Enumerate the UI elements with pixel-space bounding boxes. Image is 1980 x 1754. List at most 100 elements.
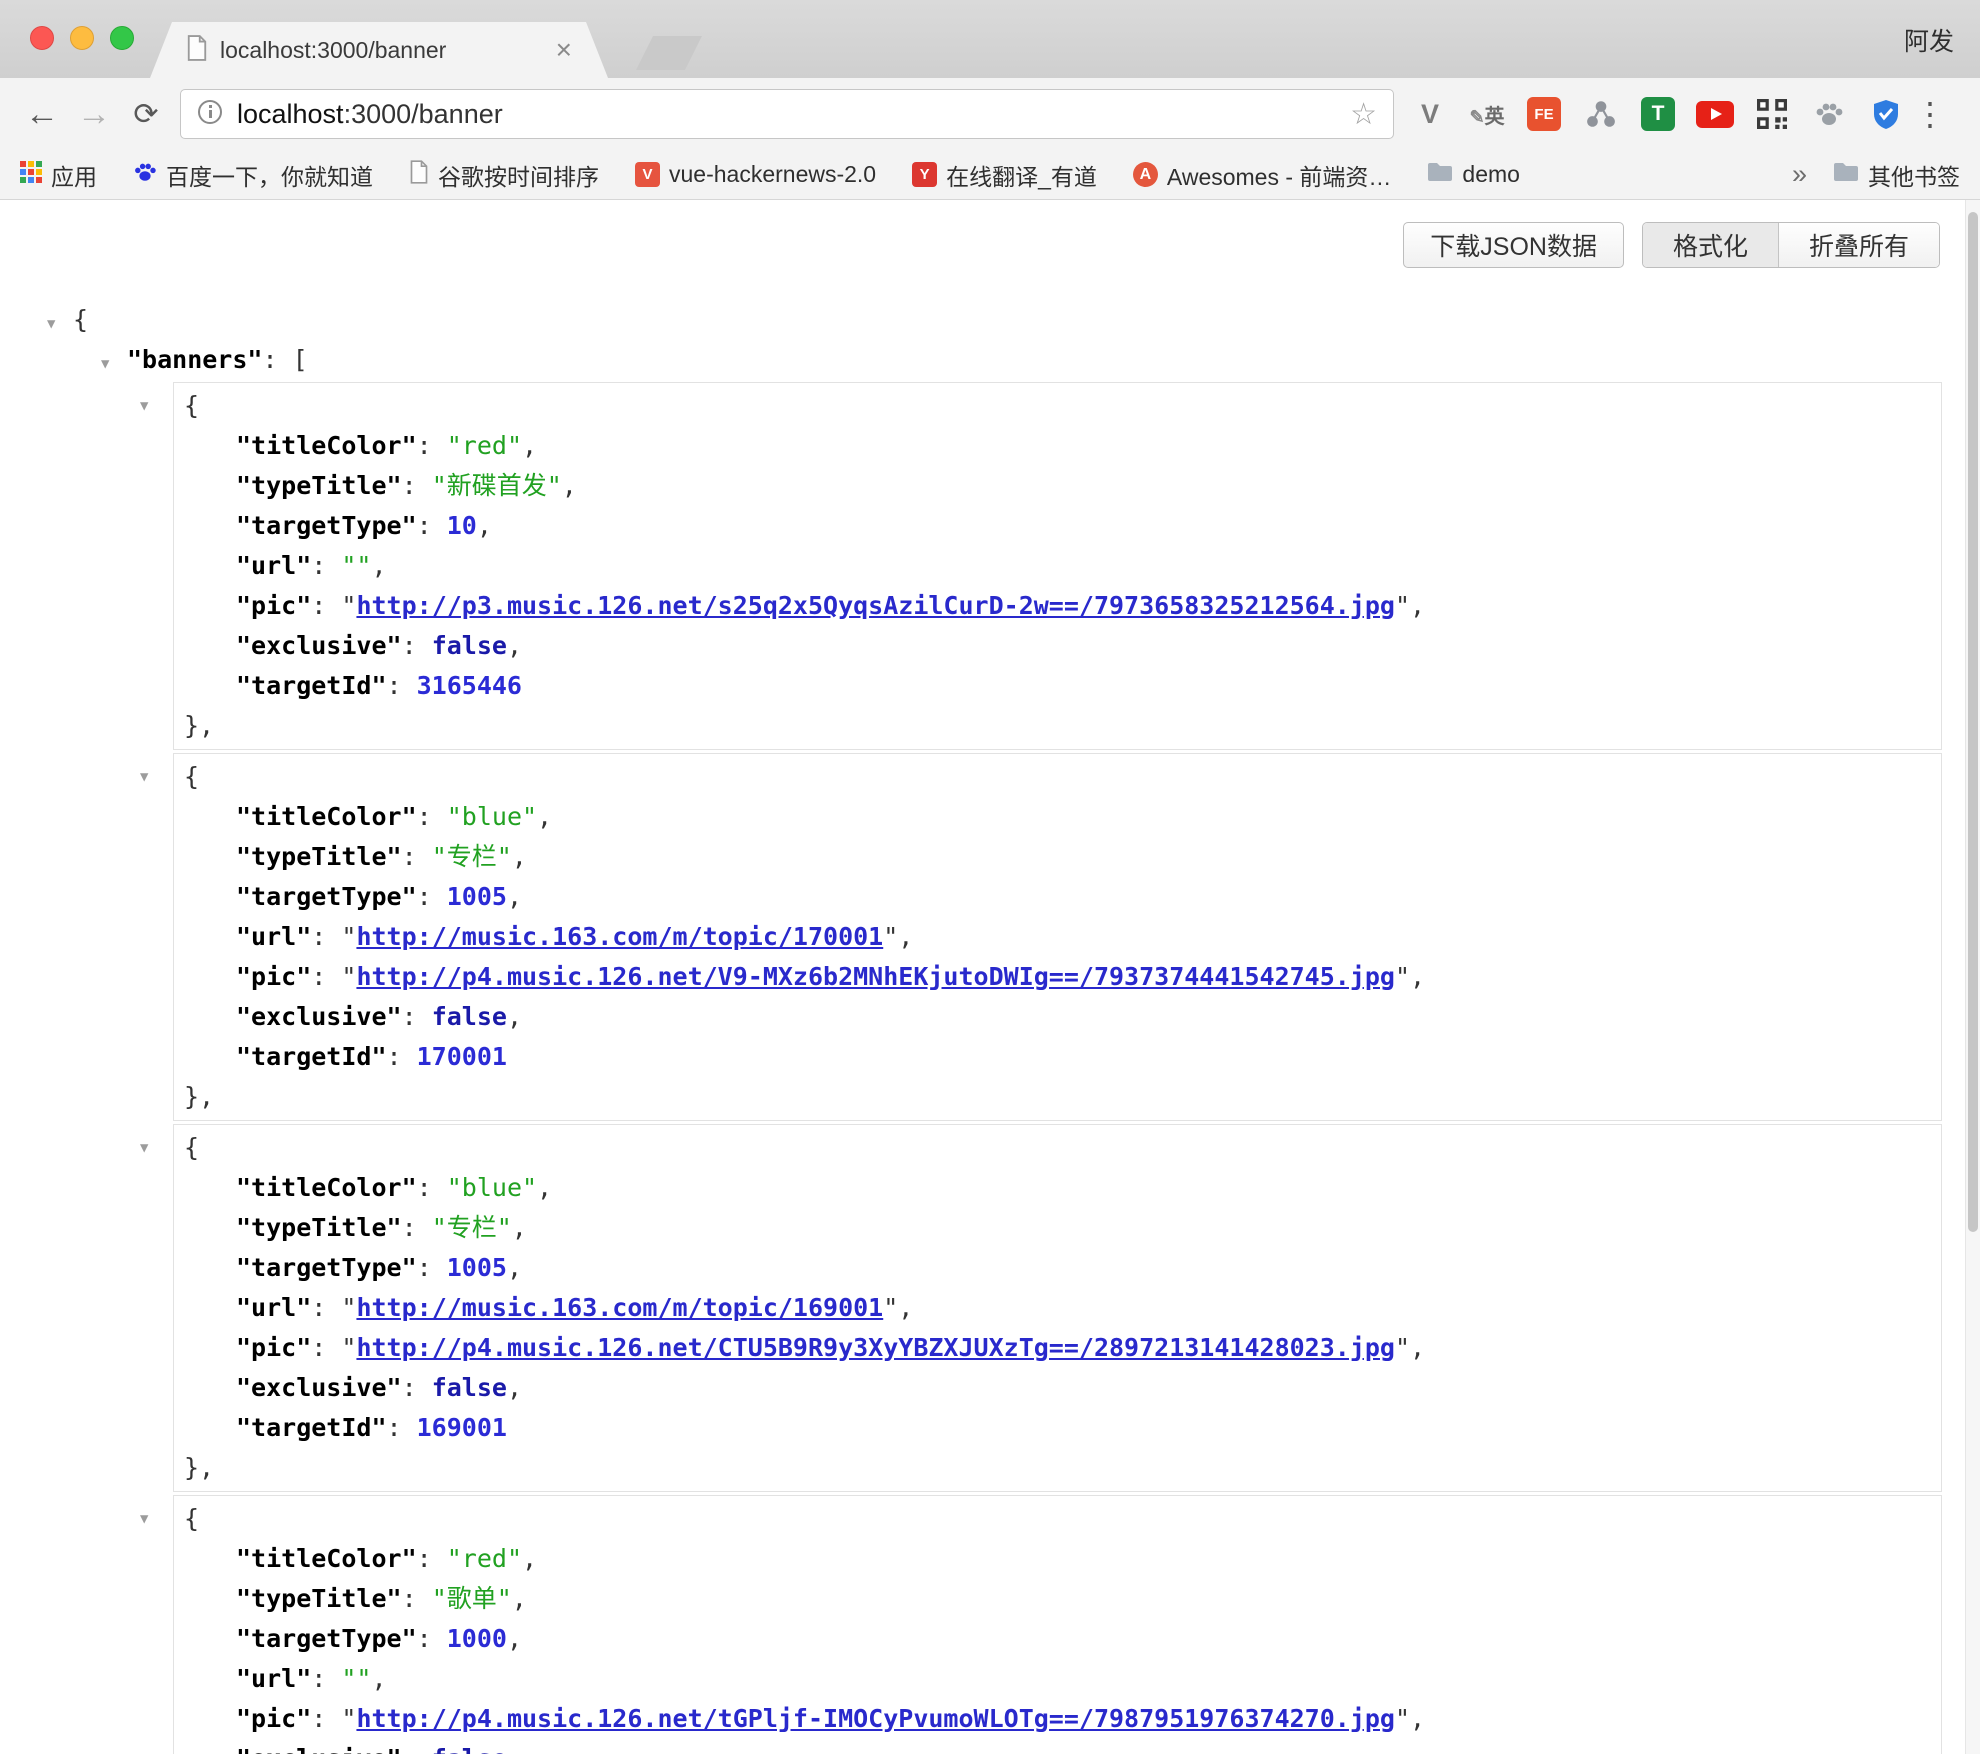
json-token: , <box>522 431 537 460</box>
translate-glyph: 英 <box>1485 106 1505 128</box>
json-key: "url" <box>236 1664 311 1693</box>
json-number: 1005 <box>447 882 507 911</box>
json-token: " <box>341 922 356 951</box>
bookmark-apps[interactable]: 应用 <box>20 158 97 192</box>
paw-extension-icon[interactable] <box>1805 91 1853 137</box>
bookmark-baidu[interactable]: 百度一下，你就知道 <box>133 158 373 192</box>
json-string: "blue" <box>447 802 537 831</box>
json-line: }, <box>174 706 1941 746</box>
scrollbar[interactable] <box>1965 200 1980 1754</box>
translate-extension-icon[interactable]: ✎英 <box>1463 91 1511 137</box>
json-line: "targetType": 1005, <box>174 877 1941 917</box>
json-string: "" <box>341 551 371 580</box>
vimium-extension-icon[interactable]: V <box>1406 91 1454 137</box>
json-key: "url" <box>236 1293 311 1322</box>
json-string: "新碟首发" <box>432 471 562 500</box>
json-token: : <box>402 1744 432 1754</box>
json-url-link[interactable]: http://music.163.com/m/topic/170001 <box>356 922 883 951</box>
bookmark-label: 谷歌按时间排序 <box>438 158 599 192</box>
json-token: : <box>402 631 432 660</box>
json-token: : <box>417 431 447 460</box>
json-token: , <box>512 1584 527 1613</box>
json-line: "targetId": 169001 <box>174 1408 1941 1448</box>
json-token: : <box>311 591 341 620</box>
json-key: "typeTitle" <box>236 842 402 871</box>
url-host: localhost <box>237 99 344 129</box>
json-token: : <box>402 1373 432 1402</box>
json-token: { <box>73 305 88 334</box>
collapse-toggle-icon[interactable]: ▼ <box>140 757 166 797</box>
bookmark-demo-folder[interactable]: demo <box>1427 161 1520 188</box>
fehelper-extension-icon[interactable]: FE <box>1520 91 1568 137</box>
collapse-toggle-icon[interactable]: ▼ <box>101 344 127 384</box>
org-chart-extension-icon[interactable] <box>1577 91 1625 137</box>
bookmark-awesomes[interactable]: A Awesomes - 前端资… <box>1133 158 1392 192</box>
tab-close-icon[interactable]: × <box>556 36 572 64</box>
json-line: ▼{ <box>0 300 1980 340</box>
bookmarks-overflow-icon[interactable]: » <box>1792 159 1807 190</box>
json-key: "titleColor" <box>236 1173 417 1202</box>
browser-menu-icon[interactable]: ⋮ <box>1910 95 1950 133</box>
trafficlight-extension-icon[interactable]: T <box>1634 91 1682 137</box>
json-key: "url" <box>236 922 311 951</box>
json-key: "titleColor" <box>236 802 417 831</box>
back-button[interactable]: ← <box>16 95 68 134</box>
browser-tab[interactable]: localhost:3000/banner × <box>150 22 608 78</box>
json-token: { <box>184 1504 199 1533</box>
youtube-extension-icon[interactable] <box>1691 91 1739 137</box>
bookmark-vue-hackernews[interactable]: V vue-hackernews-2.0 <box>635 161 876 188</box>
json-key: "url" <box>236 551 311 580</box>
tab-title: localhost:3000/banner <box>220 37 544 64</box>
json-token: , <box>537 1173 552 1202</box>
bookmark-star-icon[interactable]: ☆ <box>1350 97 1377 132</box>
bookmark-youdao[interactable]: Y 在线翻译_有道 <box>912 158 1097 192</box>
json-key: "pic" <box>236 1704 311 1733</box>
collapse-toggle-icon[interactable]: ▼ <box>47 304 73 344</box>
json-line: "exclusive": false, <box>174 997 1941 1037</box>
bookmarks-right: » 其他书签 <box>1792 158 1960 192</box>
info-icon[interactable] <box>197 99 223 130</box>
json-line: "titleColor": "blue", <box>174 1168 1941 1208</box>
fullscreen-window-button[interactable] <box>110 26 134 50</box>
address-bar[interactable]: localhost:3000/banner ☆ <box>180 89 1394 139</box>
browser-toolbar: ← → ⟳ localhost:3000/banner ☆ V ✎英 FE T … <box>0 78 1980 150</box>
json-key: "targetId" <box>236 1413 387 1442</box>
json-token: { <box>184 762 199 791</box>
json-key: "titleColor" <box>236 431 417 460</box>
shield-extension-icon[interactable] <box>1862 91 1910 137</box>
collapse-toggle-icon[interactable]: ▼ <box>140 386 166 426</box>
bookmark-google-sort[interactable]: 谷歌按时间排序 <box>409 158 599 192</box>
json-line: "pic": "http://p4.music.126.net/CTU5B9R9… <box>174 1328 1941 1368</box>
collapse-all-button[interactable]: 折叠所有 <box>1779 223 1939 267</box>
close-window-button[interactable] <box>30 26 54 50</box>
json-line: "targetType": 10, <box>174 506 1941 546</box>
json-token: , <box>537 802 552 831</box>
qr-code-extension-icon[interactable] <box>1748 91 1796 137</box>
scrollbar-thumb[interactable] <box>1968 212 1978 1232</box>
collapse-toggle-icon[interactable]: ▼ <box>140 1499 166 1539</box>
json-token: : <box>311 1293 341 1322</box>
json-key: "exclusive" <box>236 1744 402 1754</box>
json-line: "exclusive": false, <box>174 1368 1941 1408</box>
json-key: "targetType" <box>236 1624 417 1653</box>
download-json-button[interactable]: 下载JSON数据 <box>1403 222 1624 268</box>
json-url-link[interactable]: http://music.163.com/m/topic/169001 <box>356 1293 883 1322</box>
json-token: , <box>1410 962 1425 991</box>
forward-button[interactable]: → <box>68 95 120 134</box>
profile-name[interactable]: 阿发 <box>1904 22 1954 58</box>
bookmark-other-bookmarks[interactable]: 其他书签 <box>1833 158 1960 192</box>
json-token: : <box>417 882 447 911</box>
json-line: "pic": "http://p4.music.126.net/V9-MXz6b… <box>174 957 1941 997</box>
json-token: , <box>507 1624 522 1653</box>
json-tree: ▼{▼"banners": [▼{"titleColor": "red","ty… <box>0 300 1980 1754</box>
collapse-toggle-icon[interactable]: ▼ <box>140 1128 166 1168</box>
minimize-window-button[interactable] <box>70 26 94 50</box>
json-url-link[interactable]: http://p4.music.126.net/tGPljf-IMOCyPvum… <box>356 1704 1395 1733</box>
reload-button[interactable]: ⟳ <box>120 97 172 132</box>
json-url-link[interactable]: http://p3.music.126.net/s25q2x5QyqsAzilC… <box>356 591 1395 620</box>
json-url-link[interactable]: http://p4.music.126.net/V9-MXz6b2MNhEKju… <box>356 962 1395 991</box>
new-tab-button[interactable] <box>636 36 702 70</box>
json-line: "url": "", <box>174 1659 1941 1699</box>
json-url-link[interactable]: http://p4.music.126.net/CTU5B9R9y3XyYBZX… <box>356 1333 1395 1362</box>
format-button[interactable]: 格式化 <box>1643 223 1779 267</box>
